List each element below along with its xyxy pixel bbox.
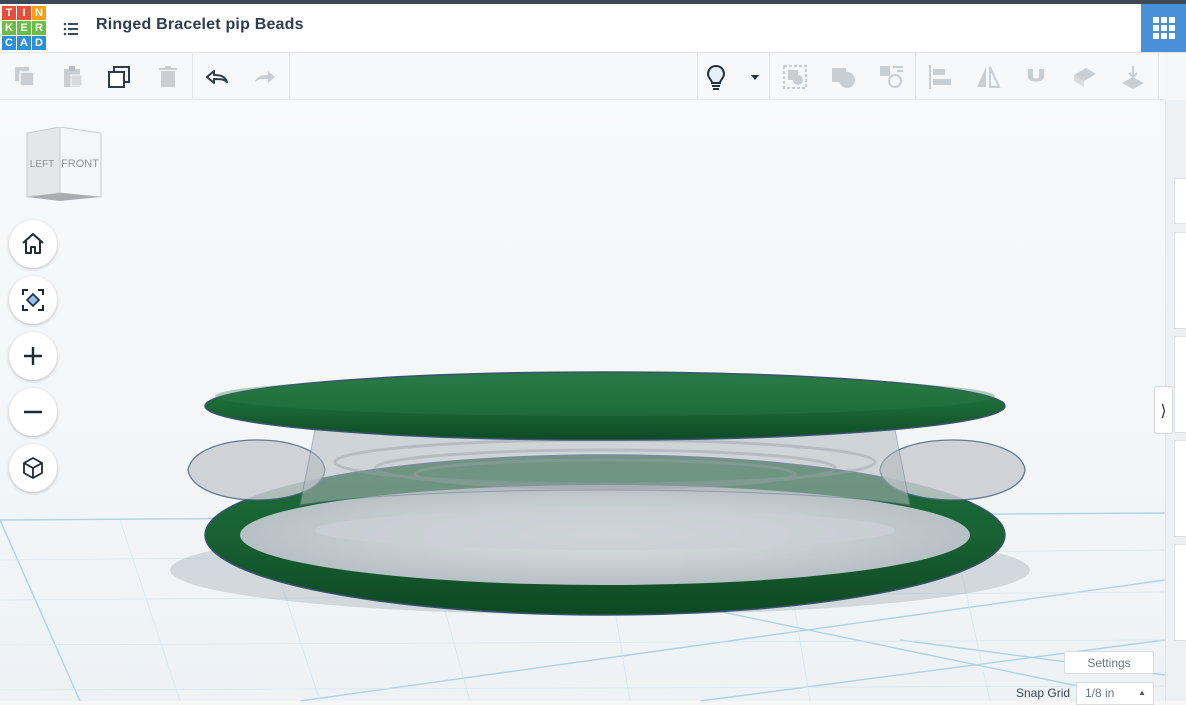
- logo-letter: A: [17, 36, 31, 50]
- dropdown-icon[interactable]: [740, 62, 770, 92]
- zoom-out-icon: [24, 410, 42, 414]
- workplane-scene: [0, 371, 1165, 701]
- apps-grid-icon: [1152, 17, 1175, 39]
- ortho-view-icon: [23, 457, 43, 479]
- caret-up-icon: ▲: [1138, 688, 1146, 697]
- group-icon[interactable]: [780, 62, 810, 92]
- zoom-in-icon: [24, 347, 42, 365]
- delete-icon[interactable]: [153, 62, 183, 92]
- workplane-icon[interactable]: [1070, 62, 1100, 92]
- toolbar-separator: [915, 53, 916, 99]
- fit-view-button[interactable]: [9, 276, 57, 324]
- ungroup-icon[interactable]: [828, 62, 858, 92]
- collapse-panel-button[interactable]: ⟩: [1154, 386, 1173, 434]
- hole-icon[interactable]: [876, 62, 906, 92]
- magnet-icon[interactable]: [1021, 62, 1051, 92]
- redo-icon[interactable]: [250, 62, 280, 92]
- toolbar-separator: [192, 53, 193, 99]
- view-cube[interactable]: LEFT FRONT: [24, 126, 104, 202]
- logo-letter: C: [2, 36, 16, 50]
- logo-letter: R: [32, 21, 46, 35]
- ruler-icon[interactable]: [1118, 62, 1148, 92]
- list-menu-icon[interactable]: [60, 18, 82, 40]
- toolbar-separator: [697, 53, 698, 99]
- toolbar-separator: [1158, 53, 1159, 99]
- toolbar: [0, 53, 1165, 100]
- duplicate-icon[interactable]: [104, 62, 134, 92]
- undo-icon[interactable]: [202, 62, 232, 92]
- bulb-icon[interactable]: [701, 62, 731, 92]
- fit-view-icon: [22, 289, 44, 311]
- logo-letter: K: [2, 21, 16, 35]
- logo-letter: D: [32, 36, 46, 50]
- logo-letter: N: [32, 6, 46, 20]
- viewcube-left-label: LEFT: [30, 159, 54, 170]
- paste-icon[interactable]: [58, 62, 88, 92]
- ortho-view-button[interactable]: [9, 444, 57, 492]
- design-title[interactable]: Ringed Bracelet pip Beads: [96, 16, 304, 34]
- 3d-workplane-viewport[interactable]: LEFT FRONT: [0, 100, 1165, 701]
- apps-grid-button[interactable]: [1141, 4, 1186, 52]
- header: TIN KER CAD Ringed Bracelet pip Beads: [0, 4, 1186, 53]
- snap-grid-value: 1/8 in: [1085, 686, 1115, 700]
- chevron-right-icon: ⟩: [1160, 400, 1167, 420]
- logo-letter: T: [2, 6, 16, 20]
- snap-grid-select[interactable]: 1/8 in ▲: [1076, 682, 1154, 705]
- viewcube-front-label: FRONT: [61, 158, 99, 170]
- copy-icon[interactable]: [10, 62, 40, 92]
- home-icon: [22, 233, 44, 254]
- zoom-in-button[interactable]: [9, 332, 57, 380]
- logo-letter: E: [17, 21, 31, 35]
- zoom-out-button[interactable]: [9, 388, 57, 436]
- toolbar-separator: [769, 53, 770, 99]
- align-icon[interactable]: [925, 62, 955, 92]
- tinkercad-logo[interactable]: TIN KER CAD: [2, 6, 46, 51]
- mirror-icon[interactable]: [973, 62, 1003, 92]
- logo-letter: I: [17, 6, 31, 20]
- home-view-button[interactable]: [9, 220, 57, 268]
- settings-button[interactable]: Settings: [1064, 651, 1154, 674]
- toolbar-separator: [289, 53, 290, 99]
- snap-grid-label: Snap Grid: [1016, 686, 1071, 700]
